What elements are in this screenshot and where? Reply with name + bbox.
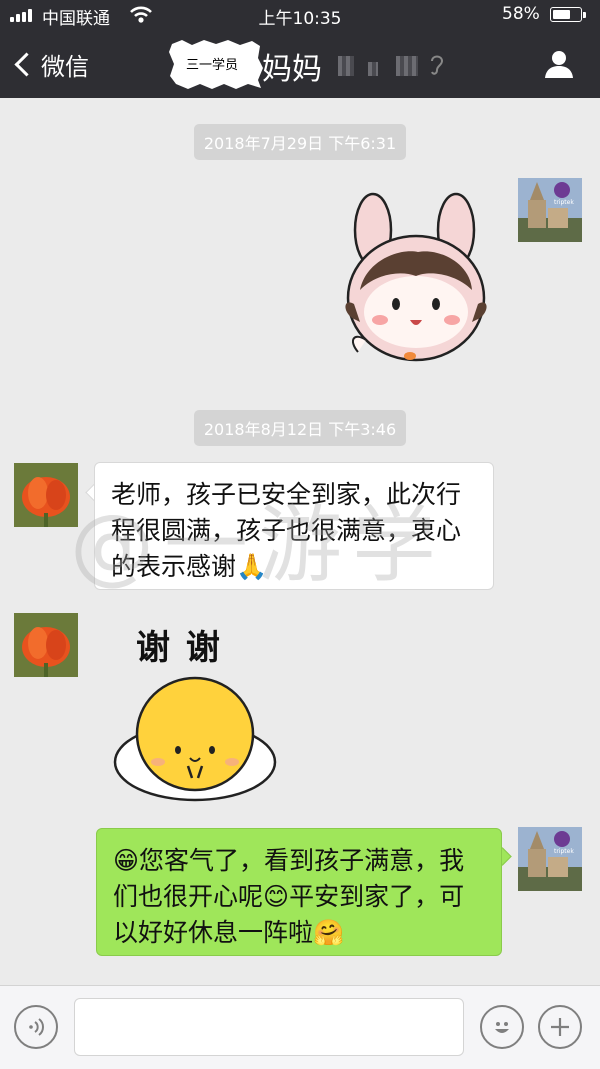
teacher-message-text: 😁您客气了，看到孩子满意，我们也很开心呢😊平安到家了，可以好好休息一阵啦🤗 [113, 846, 465, 947]
message-input[interactable] [74, 998, 464, 1056]
ear-icon [431, 55, 444, 75]
parent-message-bubble[interactable]: 老师，孩子已安全到家，此次行程很圆满，孩子也很满意，衷心的表示感谢🙏 [94, 462, 494, 590]
timestamp: 2018年7月29日 下午6:31 [0, 124, 600, 160]
svg-text:triptek: triptek [554, 199, 574, 206]
parent-avatar[interactable] [14, 613, 78, 677]
battery-icon [550, 7, 586, 22]
teacher-avatar[interactable]: triptek [518, 178, 582, 242]
redacted-text [338, 56, 354, 76]
emoji-icon [495, 1022, 509, 1033]
timestamp-label: 2018年8月12日 下午3:46 [193, 410, 407, 446]
back-label: 微信 [41, 52, 89, 81]
chat-title: 妈妈 [262, 52, 322, 87]
voice-button[interactable] [14, 1005, 58, 1049]
plus-button[interactable] [538, 1005, 582, 1049]
chat-screen: 中国联通 上午10:35 58% 微信 三一学员 妈妈 2018年7月29日 下… [0, 0, 600, 1069]
top-bar: 中国联通 上午10:35 58% 微信 三一学员 妈妈 [0, 0, 600, 98]
battery-percent: 58% [502, 4, 540, 24]
back-button[interactable]: 微信 [12, 46, 89, 82]
redacted-text [396, 56, 418, 76]
back-chevron-icon [14, 51, 39, 77]
nav-bar: 微信 三一学员 妈妈 [0, 30, 600, 98]
status-bar: 中国联通 上午10:35 58% [0, 0, 600, 30]
svg-text:triptek: triptek [554, 848, 574, 855]
timestamp-label: 2018年7月29日 下午6:31 [193, 124, 407, 160]
emoji-button[interactable] [480, 1005, 524, 1049]
voice-icon [29, 1018, 44, 1036]
parent-message-text: 老师，孩子已安全到家，此次行程很圆满，孩子也很满意，衷心的表示感谢🙏 [111, 480, 462, 581]
title-tag: 三一学员 [186, 58, 239, 73]
input-bar [0, 985, 600, 1069]
teacher-avatar[interactable]: triptek [518, 827, 582, 891]
thank-you-sticker[interactable] [110, 672, 280, 804]
bunny-girl-sticker[interactable] [338, 190, 498, 370]
redacted-text [368, 62, 378, 76]
parent-avatar[interactable] [14, 463, 78, 527]
sticker-caption: 谢 谢 [136, 628, 222, 668]
teacher-message-bubble[interactable]: 😁您客气了，看到孩子满意，我们也很开心呢😊平安到家了，可以好好休息一阵啦🤗 [96, 828, 502, 956]
profile-icon[interactable] [544, 49, 574, 79]
timestamp: 2018年8月12日 下午3:46 [0, 410, 600, 446]
plus-icon [551, 1018, 569, 1036]
